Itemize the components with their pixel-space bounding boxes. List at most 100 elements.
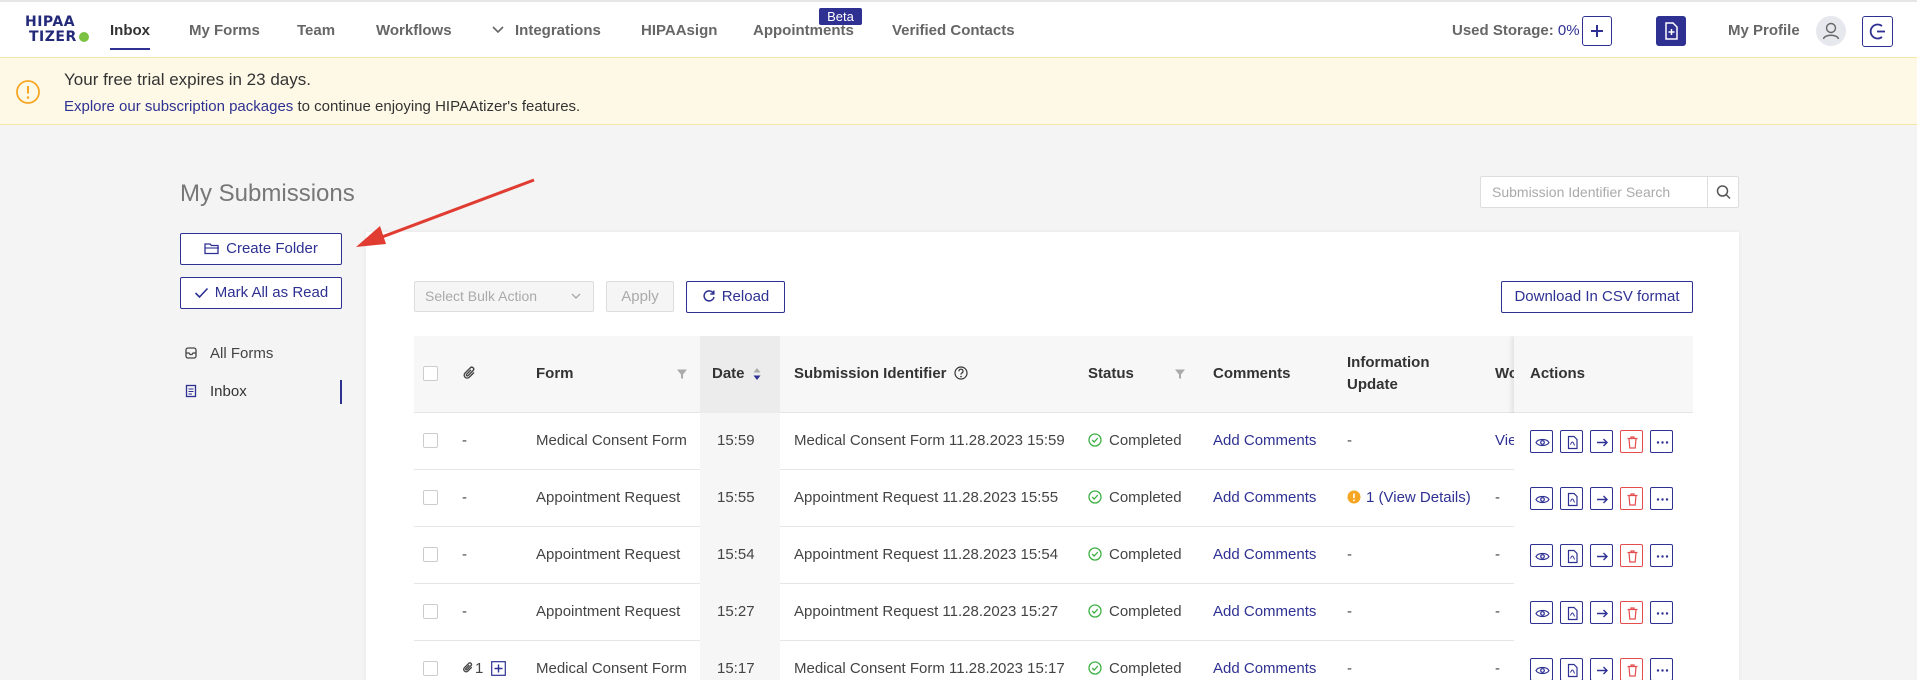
- forward-button[interactable]: [1590, 658, 1613, 680]
- view-button[interactable]: [1530, 487, 1553, 510]
- download-pdf-button[interactable]: [1560, 658, 1583, 680]
- expand-plus-icon[interactable]: [491, 661, 507, 676]
- add-comments-link[interactable]: Add Comments: [1213, 546, 1316, 563]
- view-button[interactable]: [1530, 658, 1553, 680]
- hipaatizer-logo[interactable]: HIPAA TIZER: [25, 15, 91, 45]
- search-button[interactable]: [1707, 177, 1738, 207]
- apply-button[interactable]: Apply: [606, 281, 674, 312]
- attachment-indicator[interactable]: 1: [462, 660, 507, 677]
- submission-date: 15:54: [717, 546, 755, 563]
- nav-verified-contacts[interactable]: Verified Contacts: [892, 22, 1015, 39]
- status-text: Completed: [1109, 660, 1182, 677]
- view-details-link[interactable]: 1 (View Details): [1366, 489, 1471, 506]
- subscription-link[interactable]: Explore our subscription packages: [64, 98, 293, 115]
- submissions-table: Form Date Submission Identifier Status C…: [414, 336, 1693, 680]
- header-info-update-line1: Information: [1347, 354, 1430, 371]
- forward-button[interactable]: [1590, 487, 1613, 510]
- download-csv-button[interactable]: Download In CSV format: [1501, 281, 1693, 313]
- status-badge: Completed: [1088, 432, 1182, 449]
- more-button[interactable]: [1650, 544, 1673, 567]
- search-input[interactable]: [1481, 177, 1707, 207]
- chevron-down-icon[interactable]: [491, 25, 505, 35]
- delete-button[interactable]: [1620, 430, 1643, 453]
- add-comments-link[interactable]: Add Comments: [1213, 432, 1316, 449]
- attachment-count: -: [462, 546, 467, 563]
- header-actions: Actions: [1530, 365, 1586, 382]
- workflow-value: -: [1495, 489, 1500, 506]
- new-document-button[interactable]: [1656, 16, 1686, 46]
- sidebar-item-inbox[interactable]: Inbox: [180, 380, 342, 404]
- download-pdf-button[interactable]: [1560, 544, 1583, 567]
- avatar[interactable]: [1816, 16, 1846, 46]
- nav-inbox[interactable]: Inbox: [110, 22, 150, 39]
- plus-icon: [1591, 25, 1603, 37]
- workflow-value: -: [1495, 546, 1500, 563]
- bulk-action-select[interactable]: Select Bulk Action: [414, 281, 594, 312]
- add-storage-button[interactable]: [1582, 16, 1612, 46]
- attachment-count: -: [462, 489, 467, 506]
- mark-all-read-button[interactable]: Mark All as Read: [180, 277, 342, 309]
- table-row[interactable]: 1 Medical Consent Form 15:17 Medical Consen…: [414, 641, 1693, 680]
- arrow-right-icon: [1597, 609, 1608, 618]
- check-circle-icon: [1088, 433, 1102, 447]
- submission-identifier: Appointment Request 11.28.2023 15:27: [794, 603, 1059, 620]
- add-comments-link[interactable]: Add Comments: [1213, 603, 1316, 620]
- logout-button[interactable]: [1862, 16, 1893, 47]
- row-checkbox[interactable]: [423, 490, 438, 505]
- view-button[interactable]: [1530, 544, 1553, 567]
- header-comments: Comments: [1213, 365, 1291, 382]
- create-folder-button[interactable]: Create Folder: [180, 233, 342, 265]
- row-checkbox[interactable]: [423, 433, 438, 448]
- select-all-checkbox[interactable]: [423, 366, 438, 381]
- arrow-right-icon: [1597, 666, 1608, 675]
- nav-hipaasign[interactable]: HIPAAsign: [641, 22, 717, 39]
- header-date-cell[interactable]: Date: [700, 336, 780, 413]
- filter-icon[interactable]: [676, 368, 688, 380]
- row-checkbox[interactable]: [423, 604, 438, 619]
- nav-active-underline: [110, 48, 150, 50]
- row-checkbox[interactable]: [423, 547, 438, 562]
- more-button[interactable]: [1650, 430, 1673, 453]
- row-checkbox[interactable]: [423, 661, 438, 676]
- reload-button[interactable]: Reload: [686, 281, 785, 313]
- nav-my-forms[interactable]: My Forms: [189, 22, 260, 39]
- delete-button[interactable]: [1620, 658, 1643, 680]
- sort-icon[interactable]: [752, 367, 762, 381]
- delete-button[interactable]: [1620, 487, 1643, 510]
- table-row[interactable]: - Medical Consent Form 15:59 Medical Consen…: [414, 413, 1693, 470]
- view-button[interactable]: [1530, 601, 1553, 624]
- more-button[interactable]: [1650, 487, 1673, 510]
- nav-team[interactable]: Team: [297, 22, 335, 39]
- pdf-icon: [1567, 492, 1578, 507]
- table-row[interactable]: - Appointment Request 15:27 Appointment Req…: [414, 584, 1693, 641]
- more-button[interactable]: [1650, 658, 1673, 680]
- actions-cell: [1514, 413, 1693, 470]
- actions-cell: [1514, 641, 1693, 680]
- download-pdf-button[interactable]: [1560, 430, 1583, 453]
- add-comments-link[interactable]: Add Comments: [1213, 660, 1316, 677]
- nav-workflows[interactable]: Workflows: [376, 22, 452, 39]
- delete-button[interactable]: [1620, 601, 1643, 624]
- sidebar-item-all-forms[interactable]: All Forms: [180, 342, 342, 366]
- header-status[interactable]: Status: [1088, 365, 1134, 382]
- check-circle-icon: [1088, 490, 1102, 504]
- header-form[interactable]: Form: [536, 365, 574, 382]
- forward-button[interactable]: [1590, 601, 1613, 624]
- table-row[interactable]: - Appointment Request 15:54 Appointment Req…: [414, 527, 1693, 584]
- more-icon: [1656, 441, 1669, 444]
- delete-button[interactable]: [1620, 544, 1643, 567]
- table-row[interactable]: - Appointment Request 15:55 Appointment Req…: [414, 470, 1693, 527]
- my-profile-link[interactable]: My Profile: [1728, 22, 1800, 39]
- forward-button[interactable]: [1590, 430, 1613, 453]
- filter-icon[interactable]: [1174, 368, 1186, 380]
- form-name: Appointment Request: [536, 489, 681, 506]
- forward-button[interactable]: [1590, 544, 1613, 567]
- add-comments-link[interactable]: Add Comments: [1213, 489, 1316, 506]
- nav-integrations[interactable]: Integrations: [515, 22, 601, 39]
- bulk-action-placeholder: Select Bulk Action: [425, 288, 538, 304]
- download-pdf-button[interactable]: [1560, 487, 1583, 510]
- header-submission-identifier[interactable]: Submission Identifier: [794, 365, 968, 382]
- more-button[interactable]: [1650, 601, 1673, 624]
- view-button[interactable]: [1530, 430, 1553, 453]
- download-pdf-button[interactable]: [1560, 601, 1583, 624]
